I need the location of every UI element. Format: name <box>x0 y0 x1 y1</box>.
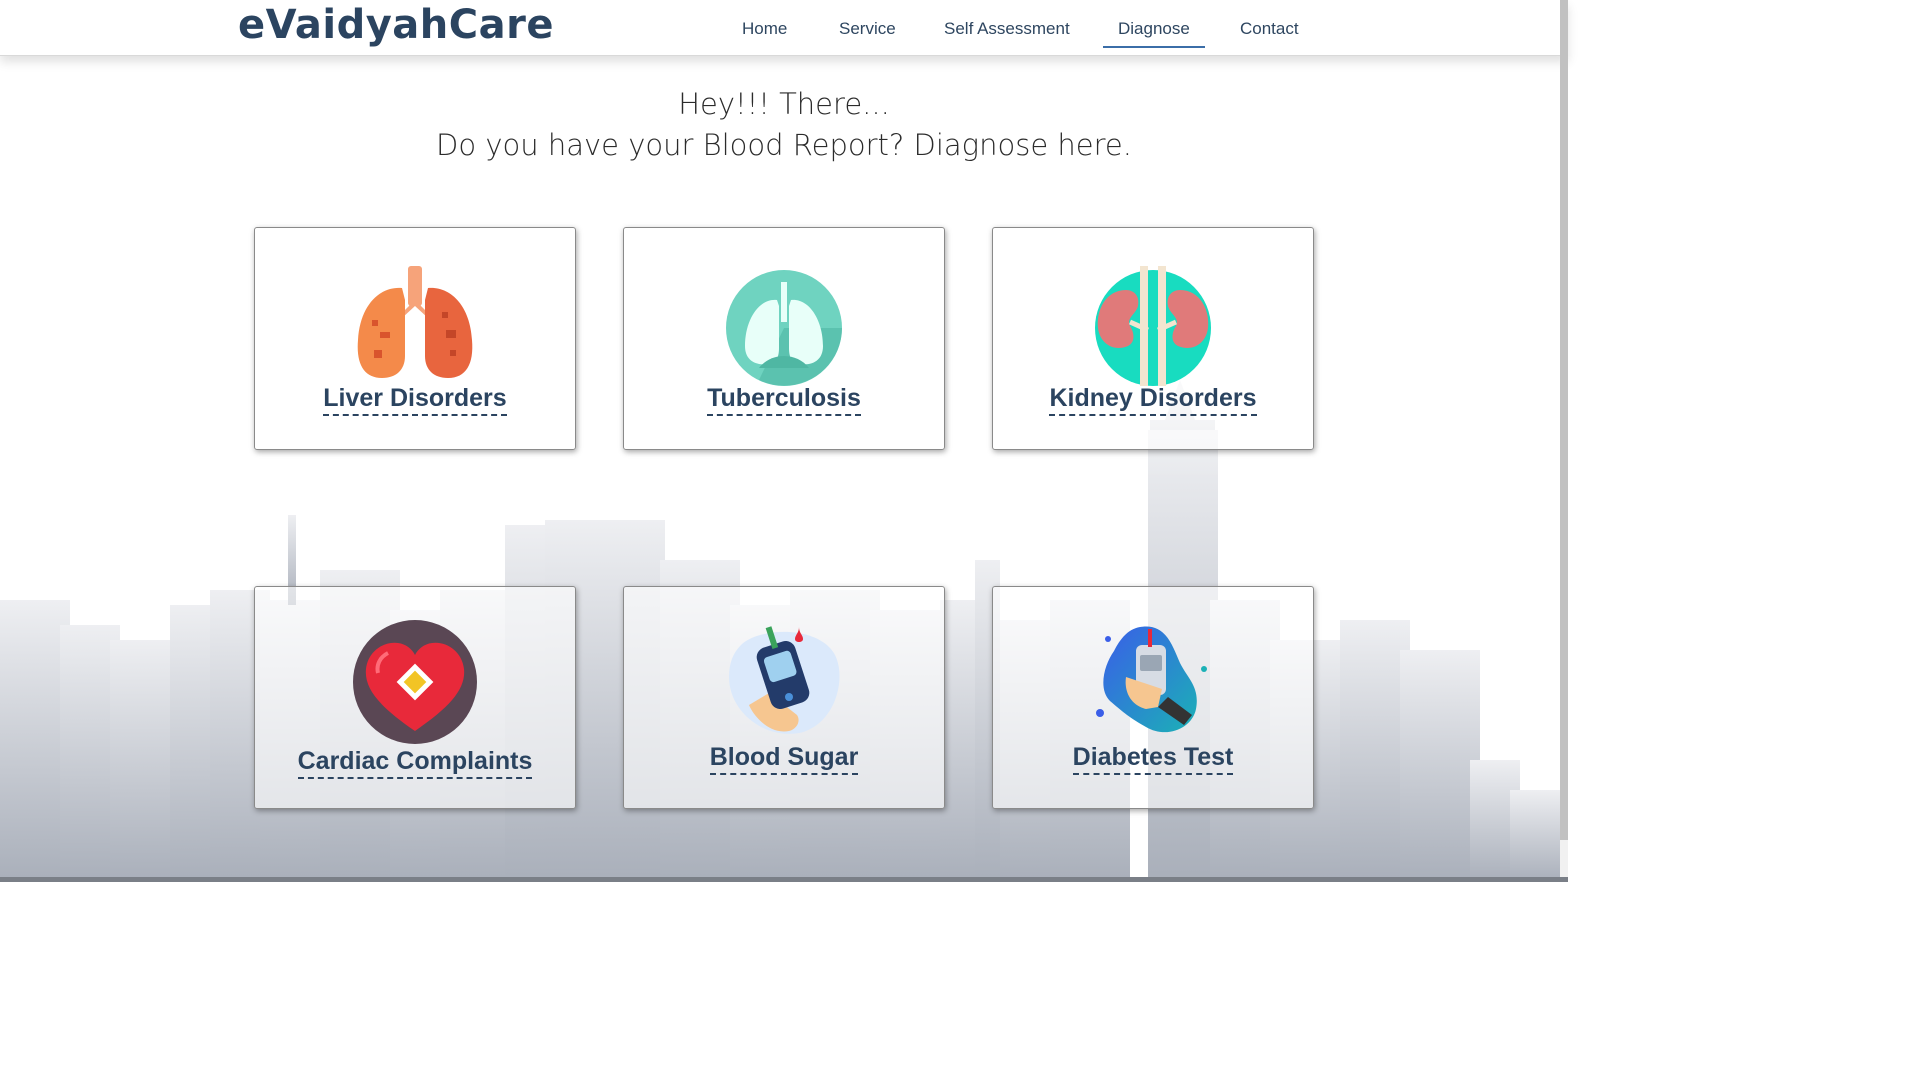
card-label[interactable]: Cardiac Complaints <box>255 747 575 779</box>
nav-home[interactable]: Home <box>742 19 787 39</box>
site-header: eVaidyahCare Home Service Self Assessmen… <box>0 0 1568 56</box>
card-label[interactable]: Tuberculosis <box>624 384 944 416</box>
card-kidney-disorders[interactable]: Kidney Disorders <box>992 227 1314 450</box>
hero-subtitle: Do you have your Blood Report? Diagnose … <box>436 128 1132 162</box>
hero-heading: Hey!!! There... Do you have your Blood R… <box>0 84 1568 166</box>
card-tuberculosis[interactable]: Tuberculosis <box>623 227 945 450</box>
kidney-icon <box>1095 266 1211 386</box>
glucometer-icon <box>729 626 840 734</box>
card-blood-sugar[interactable]: Blood Sugar <box>623 586 945 809</box>
card-label[interactable]: Blood Sugar <box>624 743 944 775</box>
card-label[interactable]: Kidney Disorders <box>993 384 1313 416</box>
card-label[interactable]: Liver Disorders <box>255 384 575 416</box>
lungs-circle-icon <box>726 270 842 386</box>
heart-icon <box>353 620 477 744</box>
card-diabetes-test[interactable]: Diabetes Test <box>992 586 1314 809</box>
nav-diagnose[interactable]: Diagnose <box>1103 19 1205 48</box>
nav-service[interactable]: Service <box>839 19 896 39</box>
card-liver-disorders[interactable]: Liver Disorders <box>254 227 576 450</box>
lungs-icon <box>357 266 473 378</box>
diabetes-meter-icon <box>1096 626 1207 733</box>
bottom-edge-bar <box>0 877 1568 882</box>
main-nav: Home Service Self Assessment Diagnose Co… <box>0 0 1568 56</box>
nav-self-assessment[interactable]: Self Assessment <box>944 19 1070 39</box>
hero-greeting: Hey!!! There... <box>678 87 890 121</box>
vertical-scrollbar[interactable] <box>1560 0 1568 882</box>
card-label[interactable]: Diabetes Test <box>993 743 1313 775</box>
nav-contact[interactable]: Contact <box>1240 19 1299 39</box>
card-cardiac-complaints[interactable]: Cardiac Complaints <box>254 586 576 809</box>
scrollbar-thumb[interactable] <box>1560 0 1568 840</box>
